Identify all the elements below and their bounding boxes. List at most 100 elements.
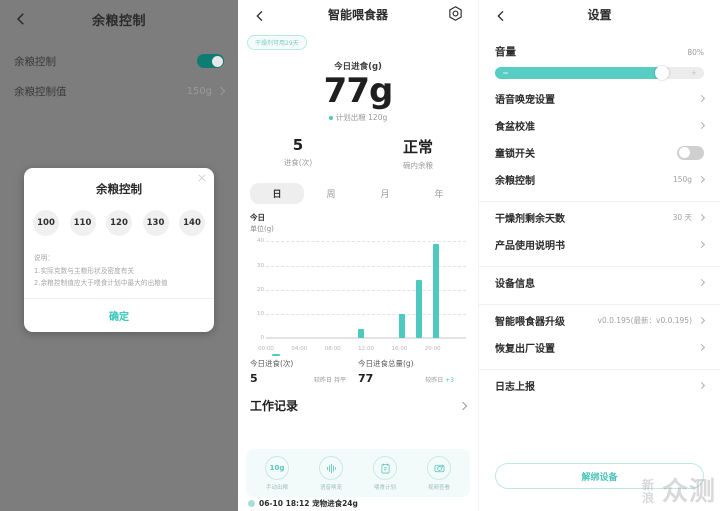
- chevron-right-icon: [697, 94, 706, 103]
- video-camera-icon: [427, 456, 451, 480]
- chart-bar: [357, 328, 364, 339]
- feed-plan-icon: [373, 456, 397, 480]
- chart-x-tick: 08:00: [324, 346, 341, 353]
- unbind-device-button[interactable]: 解绑设备: [495, 463, 704, 489]
- quick-action-label: 视频查看: [427, 485, 450, 491]
- quick-action-feed-plan[interactable]: 喂食计划: [358, 456, 412, 491]
- three-panel-screenshot: 余粮控制 余粮控制 余粮控制值 150g 余粮控制 100 110 120 13…: [0, 0, 720, 511]
- dialog-option[interactable]: 130: [142, 210, 169, 236]
- child-lock-toggle[interactable]: [677, 145, 704, 160]
- summary-compare: 较昨日 +3: [425, 375, 466, 384]
- settings-row-产品使用说明书[interactable]: 产品使用说明书: [479, 231, 720, 258]
- volume-label: 音量: [495, 46, 516, 58]
- today-intake-block: 今日进食(g) 77g 计划出粮 120g: [238, 60, 478, 123]
- settings-nut-icon[interactable]: [447, 5, 464, 22]
- chart-x-tick: 20:00: [424, 346, 441, 353]
- yuliang-toggle[interactable]: [197, 54, 224, 68]
- settings-row-value: 30 天: [672, 213, 692, 222]
- settings-row-right: [697, 94, 706, 103]
- settings-row-食盆校准[interactable]: 食盆校准: [479, 112, 720, 139]
- settings-row-label: 干燥剂剩余天数: [495, 214, 565, 225]
- quick-action-manual-feed[interactable]: 10g 手动出粮: [250, 456, 304, 491]
- chart-y-tick: 0: [260, 335, 265, 342]
- stat-label: 进食(次): [283, 158, 313, 168]
- summary-compare-value: 持平: [333, 377, 346, 385]
- settings-row-童锁开关[interactable]: 童锁开关: [479, 139, 720, 166]
- p1-row-value[interactable]: 余粮控制值 150g: [0, 76, 238, 106]
- dialog-option[interactable]: 120: [106, 210, 132, 236]
- p1-row-toggle[interactable]: 余粮控制: [0, 46, 238, 76]
- tab-day[interactable]: 日: [250, 183, 304, 205]
- page-title: 余粮控制: [91, 13, 146, 29]
- dialog-confirm-button[interactable]: 确定: [24, 299, 214, 326]
- chevron-right-icon: [697, 316, 706, 325]
- worklog-title: 工作记录: [250, 399, 299, 414]
- volume-slider-knob[interactable]: [655, 66, 670, 80]
- chevron-right-icon: [697, 213, 706, 222]
- close-icon[interactable]: [198, 174, 206, 182]
- plus-icon: +: [691, 69, 697, 77]
- chart-y-tick: 20: [257, 286, 264, 293]
- plan-dot-icon: [328, 115, 333, 120]
- summary-caption: 今日进食总量(g): [358, 359, 414, 369]
- summary-caption: 今日进食(次): [250, 359, 294, 369]
- settings-row-right: [697, 381, 706, 390]
- plan-output-text: 计划出粮 120g: [335, 113, 388, 123]
- settings-row-label: 童锁开关: [495, 149, 535, 160]
- settings-row-label: 日志上报: [495, 382, 535, 393]
- chart-x-tick: 00:00: [258, 346, 274, 353]
- settings-row-日志上报[interactable]: 日志上报: [479, 372, 720, 399]
- settings-row-语音唤宠设置[interactable]: 语音唤宠设置: [479, 85, 720, 112]
- volume-slider[interactable]: +: [495, 66, 704, 80]
- chevron-right-icon: [697, 175, 706, 184]
- p1-row-right: 150g: [187, 86, 226, 97]
- chevron-right-icon: [216, 86, 226, 96]
- log-entry-text: 06-10 18:12 宠物进食24g: [259, 499, 358, 508]
- dialog-option[interactable]: 100: [33, 210, 59, 236]
- chart-header: 今日 单位(g): [238, 204, 478, 234]
- summary-value: 5: [250, 372, 258, 386]
- back-arrow-icon[interactable]: [493, 8, 509, 24]
- back-arrow-icon[interactable]: [252, 8, 268, 24]
- chart-x-tick: 16:00: [391, 346, 408, 353]
- dialog-option[interactable]: 140: [179, 210, 205, 236]
- tab-month[interactable]: 月: [358, 183, 412, 204]
- worklog-header[interactable]: 工作记录: [238, 385, 478, 414]
- settings-row-value: 150g: [672, 175, 692, 184]
- settings-group-list: 语音唤宠设置食盆校准童锁开关余粮控制 150g 干燥剂剩余天数 30 天产品使用说明书…: [479, 85, 720, 399]
- summary-compare-label: 较昨日: [314, 377, 333, 385]
- settings-row-设备信息[interactable]: 设备信息: [479, 269, 720, 296]
- panel2-header: 智能喂食器: [238, 0, 478, 30]
- quick-action-label: 语音唤宠: [319, 485, 342, 491]
- settings-row-label: 食盆校准: [495, 122, 535, 133]
- back-arrow-icon[interactable]: [12, 10, 30, 28]
- stat-bowl-status: 正常 碗内余粮: [358, 136, 478, 171]
- p1-row-label: 余粮控制值: [14, 85, 67, 98]
- dialog-note-title: 说明：: [34, 254, 55, 262]
- settings-row-智能喂食器升级[interactable]: 智能喂食器升级 v0.0.195(最新：v0.0.195): [479, 307, 720, 334]
- quick-action-bar: 10g 手动出粮 语音唤宠 喂食计划 视频查看: [246, 449, 470, 497]
- settings-group: 语音唤宠设置食盆校准童锁开关余粮控制 150g: [479, 85, 720, 193]
- chevron-right-icon: [697, 240, 706, 249]
- stat-label: 碗内余粮: [403, 161, 433, 171]
- settings-group: 智能喂食器升级 v0.0.195(最新：v0.0.195) 恢复出厂设置: [479, 304, 720, 361]
- settings-row-right: [697, 121, 706, 130]
- settings-row-label: 余粮控制: [495, 176, 535, 187]
- settings-row-right: v0.0.195(最新：v0.0.195): [598, 315, 706, 326]
- volume-slider-fill: [495, 67, 663, 79]
- settings-row-余粮控制[interactable]: 余粮控制 150g: [479, 166, 720, 193]
- dialog-note-line: 2.余粮控制值应大于喂食计划中最大的出粮值: [34, 279, 168, 288]
- settings-row-恢复出厂设置[interactable]: 恢复出厂设置: [479, 334, 720, 361]
- page-title: 智能喂食器: [327, 8, 388, 22]
- dialog-option[interactable]: 110: [69, 210, 96, 236]
- summary-row: 5 较昨日 持平: [250, 372, 358, 385]
- tab-week[interactable]: 周: [304, 183, 358, 204]
- tab-year[interactable]: 年: [412, 183, 466, 204]
- dialog-note: 说明： 1.实际克数与主粮形状及密度有关 2.余粮控制值应大于喂食计划中最大的出…: [24, 252, 214, 299]
- quick-action-voice-call[interactable]: 语音唤宠: [304, 456, 358, 491]
- panel-smart-feeder: 智能喂食器 干燥剂可用29天 今日进食(g) 77g 计划出粮 120g 5 进…: [238, 0, 479, 511]
- quick-action-video[interactable]: 视频查看: [412, 456, 466, 491]
- settings-row-干燥剂剩余天数[interactable]: 干燥剂剩余天数 30 天: [479, 204, 720, 231]
- summary-compare-value: +3: [445, 377, 454, 385]
- log-entry: 06-10 18:12 宠物进食24g: [248, 498, 358, 509]
